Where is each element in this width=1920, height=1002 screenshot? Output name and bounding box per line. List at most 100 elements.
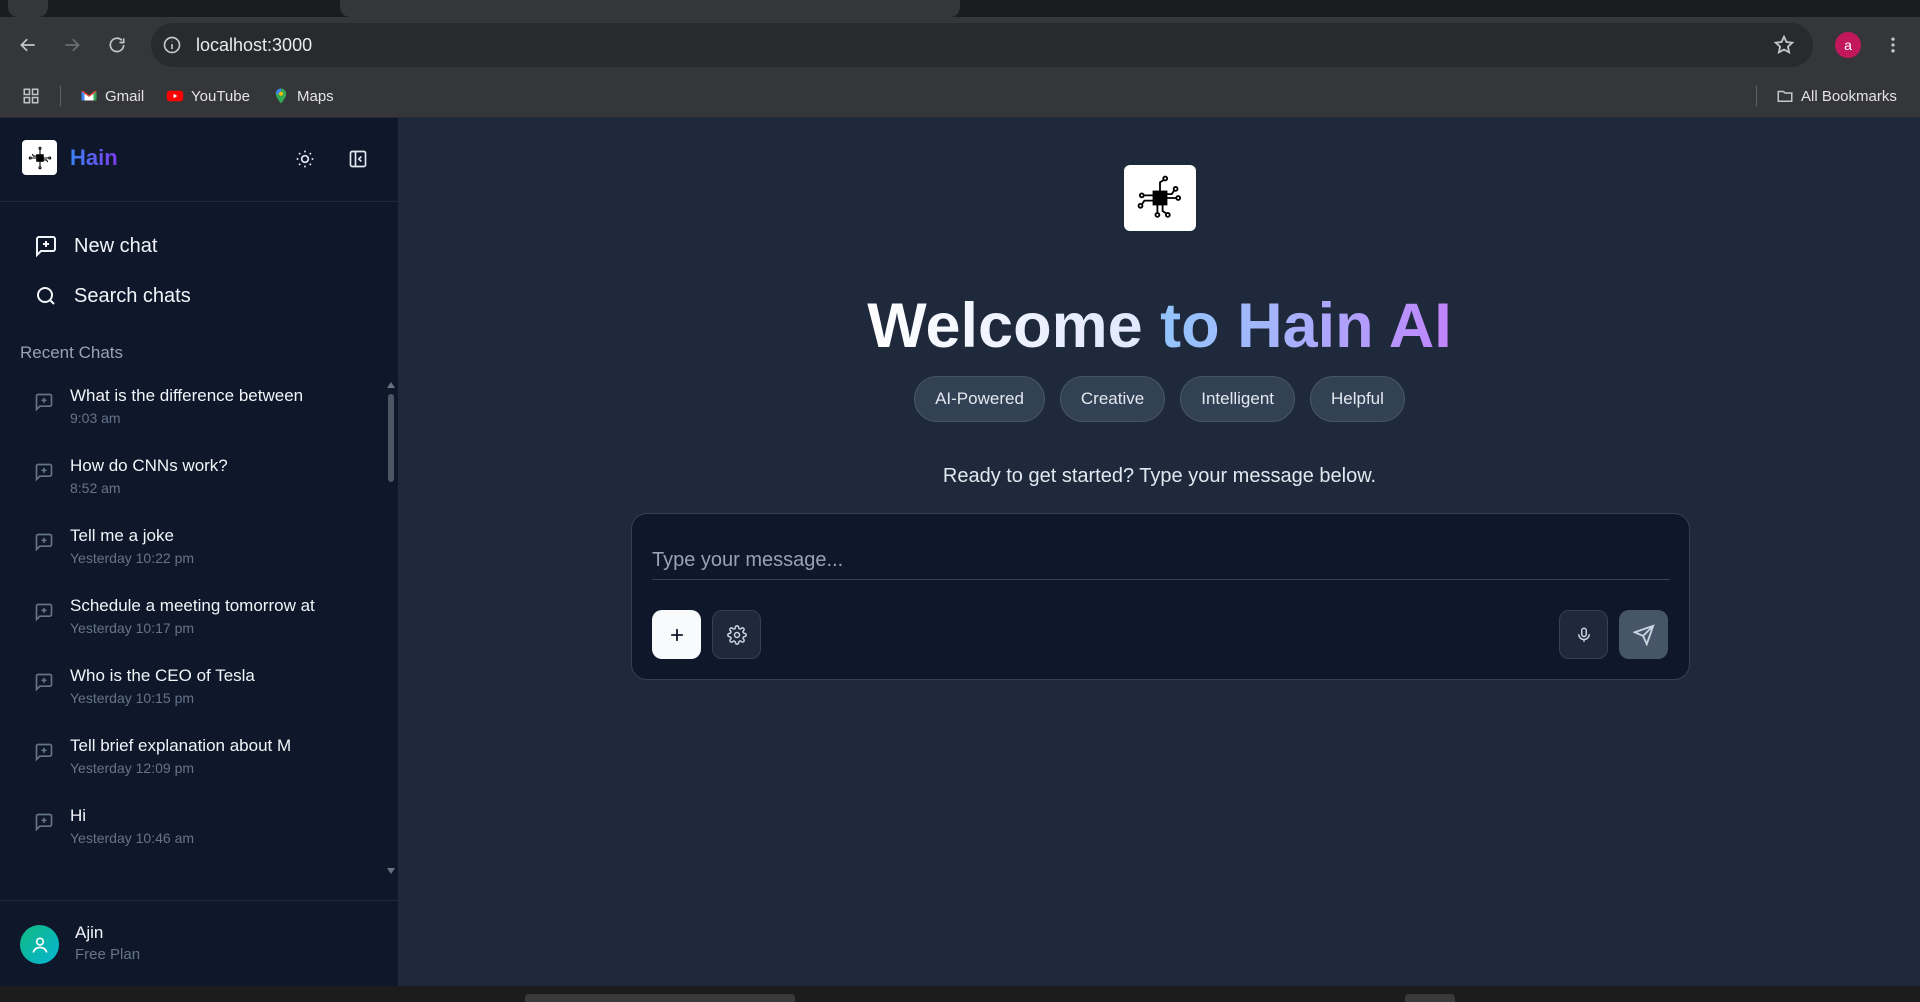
sidebar-header: Hain (0, 118, 398, 202)
bookmark-label: Maps (297, 87, 334, 105)
all-bookmarks-label: All Bookmarks (1801, 87, 1897, 105)
browser-tab-strip (0, 0, 1920, 17)
user-name: Ajin (75, 923, 104, 942)
bookmark-gmail[interactable]: Gmail (80, 85, 144, 107)
app-root: Hain New chat Search chats Recent Chats … (0, 118, 1920, 986)
youtube-icon (166, 87, 184, 105)
message-input[interactable] (652, 542, 1670, 580)
browser-tab[interactable] (340, 0, 960, 17)
chat-time: Yesterday 10:15 pm (70, 690, 195, 706)
send-icon (1632, 623, 1655, 646)
brand-name[interactable]: Hain (70, 145, 118, 171)
welcome-text: Welcome (867, 291, 1143, 361)
search-icon (37, 287, 55, 305)
reload-button[interactable] (103, 31, 131, 59)
profile-avatar[interactable]: a (1835, 32, 1861, 58)
search-chats-button[interactable]: Search chats (34, 281, 191, 311)
chat-title: Schedule a meeting tomorrow at (70, 596, 315, 615)
chat-list-item[interactable]: What is the difference between 9:03 am (0, 376, 390, 446)
gmail-icon (80, 87, 98, 105)
taskbar-app[interactable] (1405, 994, 1455, 1002)
theme-toggle-sun-icon[interactable] (292, 146, 318, 172)
browser-toolbar: localhost:3000 a (0, 17, 1920, 74)
forward-button[interactable] (58, 31, 86, 59)
new-chat-icon (36, 236, 56, 258)
brand-logo (22, 140, 57, 175)
bookmark-label: Gmail (105, 87, 145, 105)
chat-bubble-icon (35, 533, 53, 552)
chat-list-item[interactable]: Schedule a meeting tomorrow at Yesterday… (0, 586, 390, 656)
microphone-icon (1577, 627, 1590, 642)
gear-icon (726, 624, 747, 645)
subtitle: Ready to get started? Type your message … (942, 465, 1377, 487)
chat-time: Yesterday 12:09 pm (70, 760, 195, 776)
chat-time: Yesterday 10:22 pm (70, 550, 195, 566)
hero-logo (1124, 165, 1196, 231)
main-content: Welcome to Hain AI AI-Powered Creative I… (399, 118, 1920, 986)
address-bar[interactable]: localhost:3000 (151, 23, 1813, 67)
user-profile[interactable]: Ajin Free Plan (0, 900, 398, 986)
tag-helpful: Helpful (1310, 376, 1405, 422)
chat-list-item[interactable]: Who is the CEO of Tesla Yesterday 10:15 … (0, 656, 390, 726)
bookmarks-divider (60, 86, 61, 106)
chat-time: Yesterday 10:46 am (70, 830, 195, 846)
chat-list-item[interactable]: Hi Yesterday 10:46 am (0, 796, 390, 866)
chat-title: Tell brief explanation about M (70, 736, 292, 755)
collapse-sidebar-icon[interactable] (345, 146, 371, 172)
chat-time: 8:52 am (70, 480, 121, 496)
send-button[interactable] (1619, 610, 1668, 659)
taskbar-search[interactable] (525, 994, 795, 1002)
chat-title: How do CNNs work? (70, 456, 228, 475)
chat-title: Who is the CEO of Tesla (70, 666, 255, 685)
apps-grid-icon[interactable] (22, 85, 40, 107)
chat-list-item[interactable]: How do CNNs work? 8:52 am (0, 446, 390, 516)
chat-bubble-icon (35, 743, 53, 762)
browser-tab[interactable] (8, 0, 48, 17)
plus-icon (670, 628, 683, 641)
bookmark-label: YouTube (191, 87, 250, 105)
message-composer (631, 513, 1690, 680)
scrollbar-thumb[interactable] (388, 394, 394, 482)
chat-bubble-icon (35, 603, 53, 622)
chat-list-item[interactable]: Tell brief explanation about M Yesterday… (0, 726, 390, 796)
back-button[interactable] (14, 31, 42, 59)
bookmarks-divider (1756, 86, 1757, 106)
welcome-brand-text: to Hain AI (1160, 291, 1452, 361)
site-info-icon[interactable] (161, 34, 183, 56)
feature-tags: AI-Powered Creative Intelligent Helpful (399, 376, 1920, 422)
search-chats-label: Search chats (74, 284, 191, 307)
scroll-up-arrow-icon[interactable] (387, 382, 395, 388)
user-avatar[interactable] (20, 925, 59, 964)
chat-time: 9:03 am (70, 410, 121, 426)
user-plan: Free Plan (75, 946, 141, 963)
welcome-heading: Welcome to Hain AI (399, 290, 1920, 362)
bookmark-youtube[interactable]: YouTube (166, 85, 250, 107)
sidebar: Hain New chat Search chats Recent Chats … (0, 118, 399, 986)
scroll-down-arrow-icon[interactable] (387, 868, 395, 874)
chat-list-scrollbar[interactable] (386, 382, 396, 874)
tag-ai-powered: AI-Powered (914, 376, 1045, 422)
chat-list-item[interactable]: Tell me a joke Yesterday 10:22 pm (0, 516, 390, 586)
new-chat-label: New chat (74, 234, 158, 257)
attach-button[interactable] (652, 610, 701, 659)
settings-button[interactable] (712, 610, 761, 659)
bookmark-star-icon[interactable] (1773, 34, 1795, 56)
chat-bubble-icon (35, 463, 53, 482)
recent-chats-heading: Recent Chats (20, 343, 123, 362)
folder-icon (1776, 87, 1794, 105)
tag-creative: Creative (1059, 376, 1166, 422)
url-text[interactable]: localhost:3000 (196, 35, 312, 56)
new-chat-button[interactable]: New chat (34, 231, 157, 261)
voice-input-button[interactable] (1559, 610, 1608, 659)
user-icon (32, 937, 47, 953)
all-bookmarks-button[interactable]: All Bookmarks (1776, 85, 1897, 107)
chat-bubble-icon (35, 393, 53, 412)
chat-time: Yesterday 10:17 pm (70, 620, 195, 636)
recent-chats-list: What is the difference between 9:03 am H… (0, 376, 390, 876)
chat-bubble-icon (35, 673, 53, 692)
chat-bubble-icon (35, 813, 53, 832)
chat-title: Hi (70, 806, 87, 825)
bookmarks-bar: Gmail YouTube Maps All Bookmarks (0, 74, 1920, 118)
browser-menu-icon[interactable] (1880, 31, 1906, 59)
bookmark-maps[interactable]: Maps (272, 85, 334, 107)
